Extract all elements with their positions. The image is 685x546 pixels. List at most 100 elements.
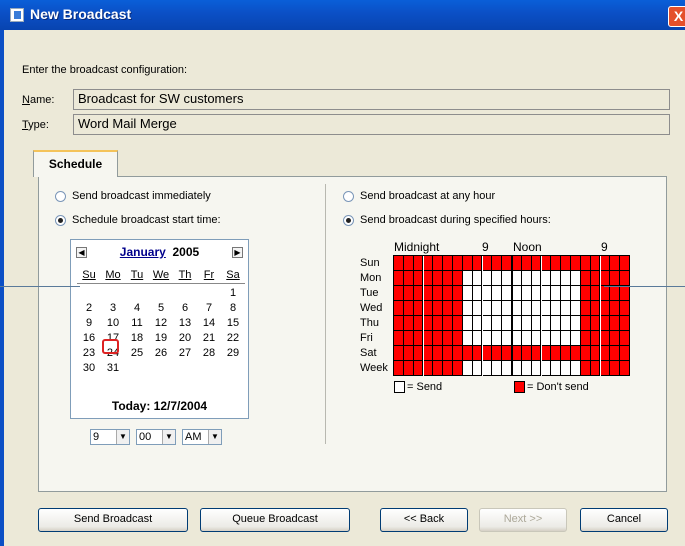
hour-cell-tue-5[interactable] bbox=[443, 286, 453, 301]
calendar-day-5[interactable]: 5 bbox=[149, 301, 173, 316]
hour-cell-sat-14[interactable] bbox=[531, 346, 542, 361]
hour-cell-thu-15[interactable] bbox=[541, 316, 552, 331]
hour-cell-thu-18[interactable] bbox=[571, 316, 581, 331]
hour-cell-mon-13[interactable] bbox=[521, 271, 532, 286]
send-broadcast-button[interactable]: Send Broadcast bbox=[38, 508, 188, 532]
hour-cell-week-21[interactable] bbox=[600, 361, 611, 376]
hour-cell-fri-15[interactable] bbox=[541, 331, 552, 346]
hour-cell-mon-20[interactable] bbox=[590, 271, 601, 286]
hour-cell-wed-15[interactable] bbox=[541, 301, 552, 316]
hour-cell-wed-7[interactable] bbox=[462, 301, 473, 316]
hour-cell-week-3[interactable] bbox=[423, 361, 434, 376]
hour-cell-sun-7[interactable] bbox=[462, 256, 473, 271]
hour-cell-mon-7[interactable] bbox=[462, 271, 473, 286]
hour-cell-tue-13[interactable] bbox=[521, 286, 532, 301]
hour-cell-sat-4[interactable] bbox=[433, 346, 444, 361]
hour-cell-fri-12[interactable] bbox=[512, 331, 522, 346]
hour-cell-fri-7[interactable] bbox=[462, 331, 473, 346]
calendar-day-10[interactable]: 10 bbox=[101, 316, 125, 331]
hour-cell-mon-16[interactable] bbox=[551, 271, 562, 286]
hour-cell-week-8[interactable] bbox=[472, 361, 483, 376]
hour-cell-wed-11[interactable] bbox=[502, 301, 512, 316]
back-button[interactable]: << Back bbox=[380, 508, 468, 532]
grid-row-label-sun[interactable]: Sun bbox=[360, 256, 380, 271]
hour-cell-thu-3[interactable] bbox=[423, 316, 434, 331]
hour-cell-tue-17[interactable] bbox=[561, 286, 571, 301]
hour-cell-sun-2[interactable] bbox=[413, 256, 424, 271]
hour-cell-sat-9[interactable] bbox=[482, 346, 493, 361]
calendar-day-13[interactable]: 13 bbox=[173, 316, 197, 331]
hour-cell-sun-12[interactable] bbox=[512, 256, 522, 271]
calendar-day-6[interactable]: 6 bbox=[173, 301, 197, 316]
hour-cell-sat-10[interactable] bbox=[492, 346, 503, 361]
hour-cell-fri-16[interactable] bbox=[551, 331, 562, 346]
hour-cell-mon-0[interactable] bbox=[394, 271, 404, 286]
hour-cell-tue-19[interactable] bbox=[580, 286, 591, 301]
hour-cell-sun-16[interactable] bbox=[551, 256, 562, 271]
calendar-day-4[interactable]: 4 bbox=[125, 301, 149, 316]
hour-cell-tue-16[interactable] bbox=[551, 286, 562, 301]
hour-cell-week-11[interactable] bbox=[502, 361, 512, 376]
radio-send-immediately-label[interactable]: Send broadcast immediately bbox=[72, 190, 211, 202]
hour-cell-tue-2[interactable] bbox=[413, 286, 424, 301]
hour-cell-tue-8[interactable] bbox=[472, 286, 483, 301]
calendar-day-9[interactable]: 9 bbox=[77, 316, 101, 331]
hour-cell-tue-23[interactable] bbox=[620, 286, 630, 301]
hour-cell-mon-21[interactable] bbox=[600, 271, 611, 286]
hour-cell-sat-22[interactable] bbox=[610, 346, 621, 361]
hour-cell-fri-1[interactable] bbox=[403, 331, 414, 346]
hour-cell-mon-1[interactable] bbox=[403, 271, 414, 286]
hour-cell-sat-16[interactable] bbox=[551, 346, 562, 361]
hour-cell-fri-11[interactable] bbox=[502, 331, 512, 346]
hour-cell-mon-15[interactable] bbox=[541, 271, 552, 286]
hour-cell-mon-10[interactable] bbox=[492, 271, 503, 286]
radio-schedule-start-label[interactable]: Schedule broadcast start time: bbox=[72, 214, 221, 226]
hour-cell-tue-11[interactable] bbox=[502, 286, 512, 301]
hour-cell-wed-18[interactable] bbox=[571, 301, 581, 316]
hour-cell-sat-7[interactable] bbox=[462, 346, 473, 361]
hour-cell-fri-2[interactable] bbox=[413, 331, 424, 346]
radio-send-any-hour-label[interactable]: Send broadcast at any hour bbox=[360, 190, 495, 202]
hour-cell-fri-3[interactable] bbox=[423, 331, 434, 346]
hour-cell-week-16[interactable] bbox=[551, 361, 562, 376]
calendar-day-11[interactable]: 11 bbox=[125, 316, 149, 331]
hour-cell-wed-14[interactable] bbox=[531, 301, 542, 316]
hour-cell-tue-9[interactable] bbox=[482, 286, 493, 301]
hour-cell-week-7[interactable] bbox=[462, 361, 473, 376]
hour-cell-mon-9[interactable] bbox=[482, 271, 493, 286]
hour-cell-week-17[interactable] bbox=[561, 361, 571, 376]
hour-cell-sun-9[interactable] bbox=[482, 256, 493, 271]
hour-cell-wed-4[interactable] bbox=[433, 301, 444, 316]
hour-cell-sun-14[interactable] bbox=[531, 256, 542, 271]
hour-cell-tue-4[interactable] bbox=[433, 286, 444, 301]
hour-cell-sat-5[interactable] bbox=[443, 346, 453, 361]
hour-cell-thu-22[interactable] bbox=[610, 316, 621, 331]
hour-cell-sat-15[interactable] bbox=[541, 346, 552, 361]
hour-cell-tue-22[interactable] bbox=[610, 286, 621, 301]
hour-cell-fri-0[interactable] bbox=[394, 331, 404, 346]
calendar-day-7[interactable]: 7 bbox=[197, 301, 221, 316]
hour-cell-wed-8[interactable] bbox=[472, 301, 483, 316]
hour-cell-week-15[interactable] bbox=[541, 361, 552, 376]
ampm-select[interactable]: AM ▼ bbox=[182, 429, 222, 445]
calendar-day-27[interactable]: 27 bbox=[173, 346, 197, 361]
cancel-button[interactable]: Cancel bbox=[580, 508, 668, 532]
hour-cell-tue-10[interactable] bbox=[492, 286, 503, 301]
hour-cell-mon-17[interactable] bbox=[561, 271, 571, 286]
hour-cell-sun-19[interactable] bbox=[580, 256, 591, 271]
hour-cell-wed-5[interactable] bbox=[443, 301, 453, 316]
grid-row-label-tue[interactable]: Tue bbox=[360, 286, 379, 301]
grid-row-label-wed[interactable]: Wed bbox=[360, 301, 382, 316]
hour-cell-thu-19[interactable] bbox=[580, 316, 591, 331]
hour-cell-sun-13[interactable] bbox=[521, 256, 532, 271]
hour-cell-sun-21[interactable] bbox=[600, 256, 611, 271]
hour-cell-mon-19[interactable] bbox=[580, 271, 591, 286]
hour-cell-sat-17[interactable] bbox=[561, 346, 571, 361]
hour-cell-tue-14[interactable] bbox=[531, 286, 542, 301]
minute-select[interactable]: 00 ▼ bbox=[136, 429, 176, 445]
hours-grid[interactable] bbox=[393, 255, 630, 376]
hour-cell-tue-18[interactable] bbox=[571, 286, 581, 301]
hour-cell-thu-0[interactable] bbox=[394, 316, 404, 331]
calendar-day-25[interactable]: 25 bbox=[125, 346, 149, 361]
hour-cell-thu-11[interactable] bbox=[502, 316, 512, 331]
